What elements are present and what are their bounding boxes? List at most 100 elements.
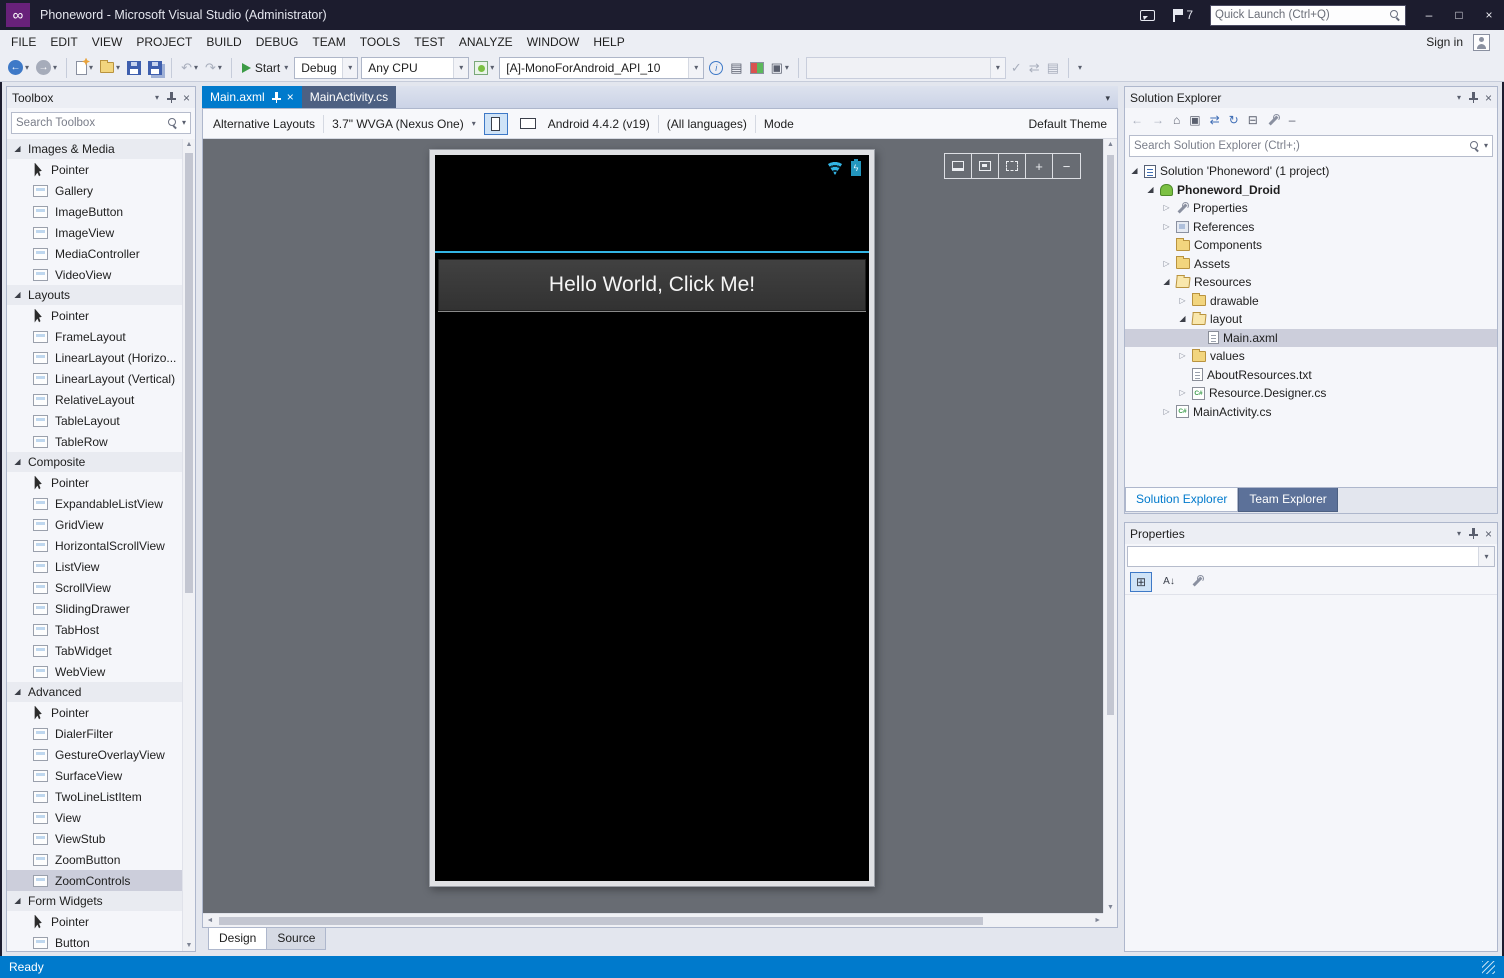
toolbar-options-button[interactable]: ▾ <box>1076 62 1084 74</box>
menu-window[interactable]: WINDOW <box>520 31 587 53</box>
fit-page-button[interactable] <box>945 154 972 178</box>
toolbox-item[interactable]: FrameLayout <box>7 326 182 347</box>
toolbox-item[interactable]: Gallery <box>7 180 182 201</box>
scrollbar-thumb[interactable] <box>1107 155 1114 715</box>
phone-screen[interactable]: ϟ Hello World, Click Me! <box>435 155 869 881</box>
toolbox-item[interactable]: VideoView <box>7 264 182 285</box>
properties-header[interactable]: Properties ▾ × <box>1125 523 1497 544</box>
toolbox-section-advanced[interactable]: ◢Advanced <box>7 682 182 702</box>
toolbar-list-button[interactable]: ▤ <box>1045 59 1061 76</box>
close-icon[interactable]: × <box>183 92 190 104</box>
refresh-button[interactable]: ↻ <box>1229 114 1239 126</box>
expander-icon[interactable]: ▷ <box>1161 260 1172 268</box>
caret-icon[interactable]: ▾ <box>116 64 120 72</box>
scrollbar-thumb[interactable] <box>185 153 193 593</box>
menu-team[interactable]: TEAM <box>305 31 352 53</box>
toolbox-item[interactable]: TabWidget <box>7 640 182 661</box>
android-sdk-manager-button[interactable]: ▤ <box>728 59 744 76</box>
toolbox-item[interactable]: Pointer <box>7 911 182 932</box>
close-icon[interactable]: × <box>1485 528 1492 540</box>
toolbox-header[interactable]: Toolbox ▾ × <box>7 87 195 108</box>
expander-icon[interactable]: ◢ <box>1129 167 1140 175</box>
toolbox-item[interactable]: ScrollView <box>7 577 182 598</box>
toolbox-item[interactable]: MediaController <box>7 243 182 264</box>
caret-icon[interactable]: ▾ <box>1484 142 1488 150</box>
expander-icon[interactable]: ▷ <box>1161 408 1172 416</box>
tree-node[interactable]: ▷drawable <box>1125 292 1497 311</box>
scroll-right-icon[interactable]: ► <box>1094 917 1101 924</box>
hello-world-button[interactable]: Hello World, Click Me! <box>438 259 866 311</box>
portrait-button[interactable] <box>484 113 508 135</box>
toolbox-item[interactable]: LinearLayout (Horizo... <box>7 347 182 368</box>
toolbar-check-button[interactable]: ✓ <box>1009 59 1024 76</box>
expander-icon[interactable]: ▷ <box>1161 204 1172 212</box>
editor-horizontal-scrollbar[interactable]: ◄ ► <box>203 913 1103 927</box>
toolbox-item[interactable]: TableLayout <box>7 410 182 431</box>
device-target-dropdown[interactable]: [A]-MonoForAndroid_API_10 ▾ <box>499 57 704 79</box>
toolbox-search[interactable]: ▾ <box>11 112 191 134</box>
pin-icon[interactable] <box>1468 528 1478 539</box>
feedback-button[interactable] <box>1140 10 1155 21</box>
menu-help[interactable]: HELP <box>586 31 631 53</box>
menu-analyze[interactable]: ANALYZE <box>452 31 520 53</box>
notifications-button[interactable]: 7 <box>1173 8 1193 22</box>
caret-icon[interactable]: ▾ <box>89 64 93 72</box>
tree-node[interactable]: ◢layout <box>1125 310 1497 329</box>
toolbox-section-layouts[interactable]: ◢Layouts <box>7 285 182 305</box>
new-file-button[interactable]: ▾ <box>74 59 95 77</box>
theme-dropdown[interactable]: Default Theme <box>1029 117 1108 131</box>
caret-icon[interactable]: ▾ <box>53 64 57 72</box>
menu-test[interactable]: TEST <box>407 31 452 53</box>
user-avatar-icon[interactable] <box>1473 34 1490 51</box>
mode-dropdown[interactable]: Mode <box>764 117 794 131</box>
language-dropdown[interactable]: (All languages) <box>667 117 747 131</box>
android-tools-button[interactable]: ▣▾ <box>769 59 791 76</box>
undo-button[interactable]: ↶▾ <box>179 59 200 76</box>
zoom-in-button[interactable]: + <box>1026 154 1053 178</box>
tab-mainactivity-cs[interactable]: MainActivity.cs <box>302 86 396 108</box>
scroll-down-icon[interactable]: ▼ <box>183 942 195 949</box>
toolbox-item[interactable]: ListView <box>7 556 182 577</box>
caret-icon[interactable]: ▾ <box>25 64 29 72</box>
document-list-dropdown[interactable]: ▾ <box>1105 93 1118 108</box>
caret-icon[interactable]: ▾ <box>490 64 494 72</box>
open-file-button[interactable]: ▾ <box>98 60 122 75</box>
home-button[interactable]: ⌂ <box>1173 114 1180 126</box>
tree-node[interactable]: ◢Phoneword_Droid <box>1125 181 1497 200</box>
toolbox-item[interactable]: View <box>7 807 182 828</box>
toolbox-item[interactable]: Pointer <box>7 305 182 326</box>
caret-icon[interactable]: ▾ <box>194 64 198 72</box>
caret-icon[interactable]: ▾ <box>182 119 186 127</box>
close-icon[interactable]: × <box>287 91 294 103</box>
quick-launch-input[interactable] <box>1215 9 1389 21</box>
menu-tools[interactable]: TOOLS <box>353 31 407 53</box>
toolbox-item[interactable]: GridView <box>7 514 182 535</box>
save-all-button[interactable] <box>146 59 164 77</box>
android-emulator-manager-button[interactable] <box>748 60 766 76</box>
close-icon[interactable]: × <box>1485 92 1492 104</box>
menu-file[interactable]: FILE <box>4 31 43 53</box>
source-tab[interactable]: Source <box>267 928 326 950</box>
pin-icon[interactable] <box>1468 92 1478 103</box>
redo-button[interactable]: ↷▾ <box>203 59 224 76</box>
expander-icon[interactable]: ◢ <box>1145 186 1156 194</box>
collapse-all-button[interactable]: ⊟ <box>1248 114 1258 126</box>
window-position-icon[interactable]: ▾ <box>155 94 159 102</box>
property-pages-button[interactable] <box>1186 572 1208 592</box>
scroll-down-icon[interactable]: ▼ <box>1104 904 1117 911</box>
quick-launch[interactable] <box>1210 5 1406 26</box>
navigate-backward-button[interactable]: ←▾ <box>6 58 31 77</box>
toolbox-item[interactable]: TabHost <box>7 619 182 640</box>
tree-node[interactable]: Main.axml <box>1125 329 1497 348</box>
toolbox-item[interactable]: RelativeLayout <box>7 389 182 410</box>
device-info-button[interactable]: i <box>707 59 725 77</box>
scrollbar-thumb[interactable] <box>219 917 983 925</box>
toolbox-item[interactable]: ExpandableListView <box>7 493 182 514</box>
toolbox-item[interactable]: GestureOverlayView <box>7 744 182 765</box>
save-button[interactable] <box>125 59 143 77</box>
close-button[interactable]: × <box>1474 0 1504 30</box>
toolbox-item[interactable]: Pointer <box>7 702 182 723</box>
tree-node[interactable]: ◢Resources <box>1125 273 1497 292</box>
menu-project[interactable]: PROJECT <box>129 31 199 53</box>
team-explorer-tab[interactable]: Team Explorer <box>1238 488 1337 512</box>
